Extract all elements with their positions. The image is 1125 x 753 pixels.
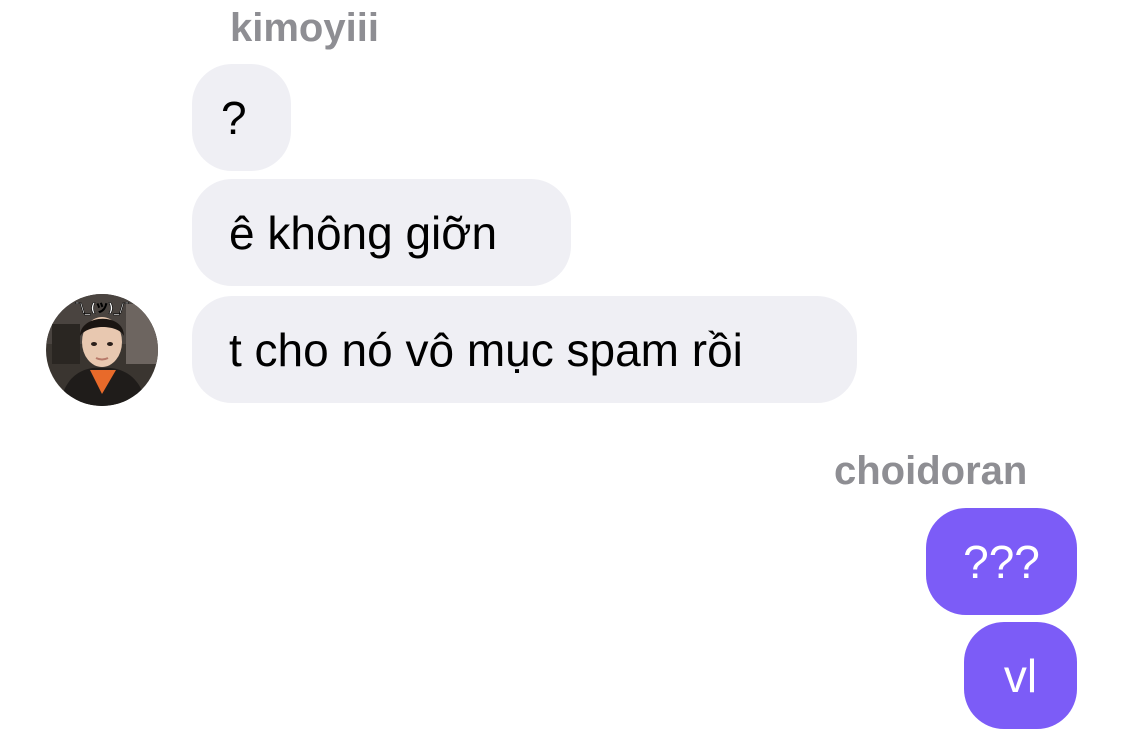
incoming-message-bubble[interactable]: ê không giỡn <box>192 179 571 286</box>
message-text: ??? <box>963 535 1040 588</box>
profile-photo-icon: ¯\_(ツ)_/¯ <box>46 294 158 406</box>
message-text: ê không giỡn <box>229 206 498 259</box>
incoming-message-bubble[interactable]: t cho nó vô mục spam rồi <box>192 296 857 403</box>
incoming-message-bubble[interactable]: ? <box>192 64 291 171</box>
outgoing-message-bubble[interactable]: vl <box>964 622 1077 729</box>
sender-avatar[interactable]: ¯\_(ツ)_/¯ <box>46 294 158 406</box>
outgoing-sender-name: choidoran <box>834 449 1028 493</box>
message-text: ? <box>221 91 247 144</box>
avatar-caption: ¯\_(ツ)_/¯ <box>74 301 130 316</box>
outgoing-message-bubble[interactable]: ??? <box>926 508 1077 615</box>
incoming-sender-name: kimoyiii <box>230 6 379 50</box>
message-text: t cho nó vô mục spam rồi <box>229 323 743 376</box>
message-text: vl <box>1003 649 1038 702</box>
